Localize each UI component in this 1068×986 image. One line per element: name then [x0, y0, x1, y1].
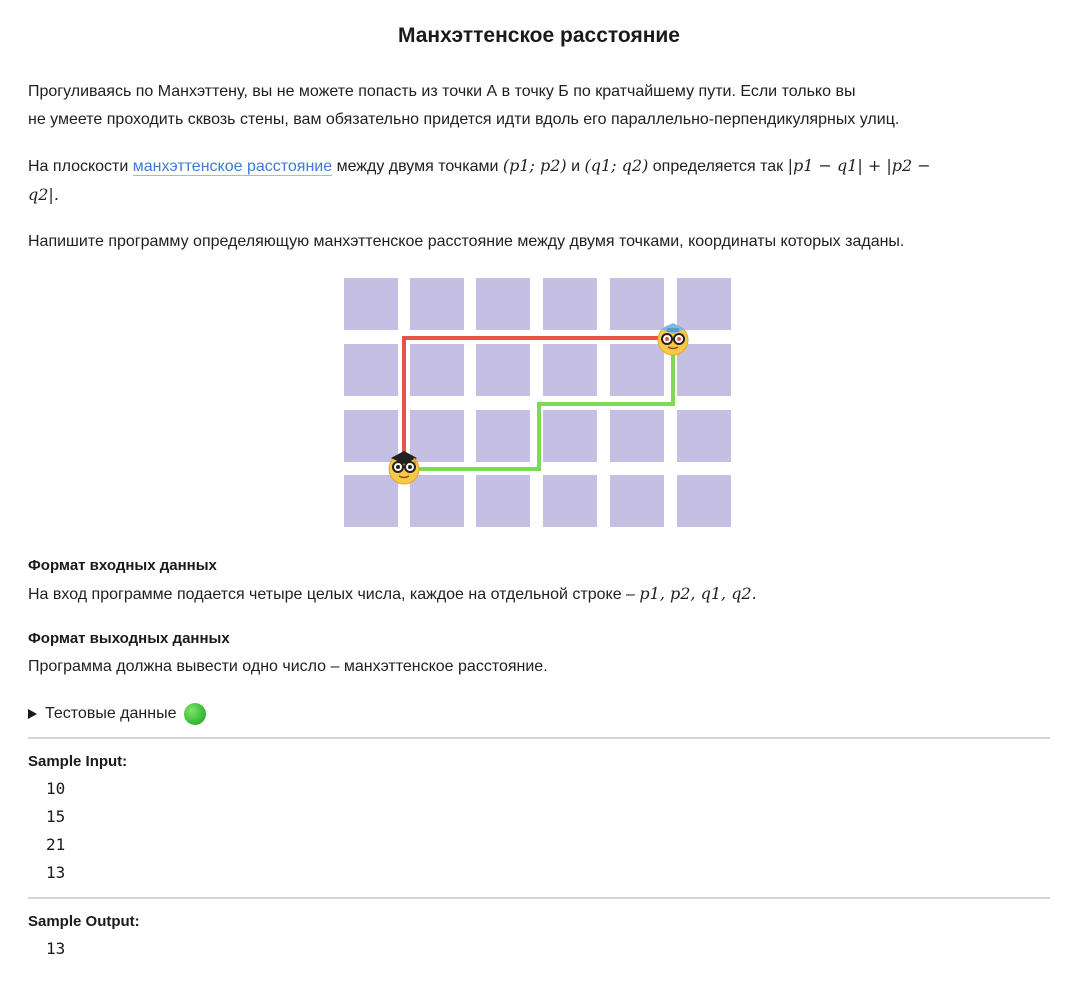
disclosure-triangle-icon[interactable] [28, 709, 37, 719]
point-p: (p1; p2) [502, 156, 567, 175]
input-format-description: На вход программе подается четыре целых … [28, 586, 640, 603]
definition-paragraph: На плоскости манхэттенское расстояние ме… [28, 152, 1038, 210]
point-q: (q1; q2) [584, 156, 649, 175]
formula-part-2: q2|. [28, 185, 59, 204]
divider [28, 737, 1050, 739]
formula-part-1: |p1 − q1| + |p2 − [787, 156, 931, 175]
definition-tail: определяется так [648, 158, 788, 175]
city-block [410, 278, 464, 330]
city-block [543, 278, 597, 330]
green-circle-icon [184, 703, 207, 725]
definition-and: и [566, 158, 585, 175]
definition-prefix: На плоскости [28, 158, 133, 175]
input-format-text: На вход программе подается четыре целых … [28, 580, 1038, 609]
city-block [344, 278, 398, 330]
sample-output-title: Sample Output: [28, 913, 140, 930]
city-block [476, 278, 530, 330]
task-paragraph: Напишите программу определяющую манхэтте… [28, 233, 905, 250]
city-block [344, 344, 398, 396]
definition-middle: между двумя точками [332, 158, 503, 175]
city-block [677, 475, 731, 527]
page-title: Манхэттенское расстояние [398, 24, 680, 47]
city-block [410, 475, 464, 527]
city-block [610, 344, 664, 396]
output-format-text: Программа должна вывести одно число – ма… [28, 658, 548, 675]
input-variables: p1, p2, q1, q2. [639, 584, 757, 603]
sample-output-line: 13 [46, 939, 66, 958]
intro-paragraph: Прогуливаясь по Манхэттену, вы не можете… [28, 78, 1038, 134]
city-block [610, 475, 664, 527]
city-block [344, 475, 398, 527]
input-format-title: Формат входных данных [28, 557, 217, 574]
sample-input-title: Sample Input: [28, 753, 128, 770]
city-block [677, 410, 731, 462]
sample-input-line: 13 [46, 863, 66, 882]
test-data-label[interactable]: Тестовые данные [45, 702, 176, 726]
city-block [543, 410, 597, 462]
city-block [410, 344, 464, 396]
city-block [476, 344, 530, 396]
sample-input-line: 21 [46, 835, 66, 854]
city-block [344, 410, 398, 462]
manhattan-grid-figure [344, 278, 731, 527]
output-format-title: Формат выходных данных [28, 630, 230, 647]
city-block [610, 410, 664, 462]
divider [28, 897, 1050, 899]
city-block [410, 410, 464, 462]
city-block [677, 278, 731, 330]
city-block [543, 344, 597, 396]
sample-input-line: 15 [46, 807, 66, 826]
manhattan-distance-link[interactable]: манхэттенское расстояние [132, 158, 333, 176]
intro-line-2: не умеете проходить сквозь стены, вам об… [28, 111, 900, 128]
city-block [610, 278, 664, 330]
city-block [543, 475, 597, 527]
intro-line-1: Прогуливаясь по Манхэттену, вы не можете… [28, 83, 856, 100]
sample-input-line: 10 [46, 779, 66, 798]
city-block [476, 475, 530, 527]
city-block [476, 410, 530, 462]
test-data-toggle[interactable]: Тестовые данные [28, 702, 207, 726]
city-block [677, 344, 731, 396]
